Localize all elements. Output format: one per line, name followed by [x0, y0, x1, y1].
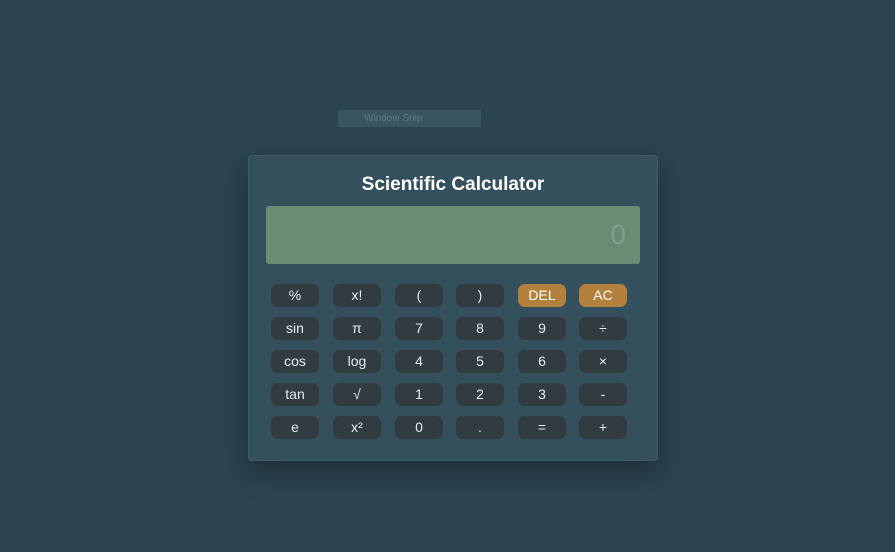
percent-button[interactable]: %: [271, 284, 319, 307]
digit-0-button[interactable]: 0: [395, 416, 443, 439]
digit-4-button[interactable]: 4: [395, 350, 443, 373]
delete-button[interactable]: DEL: [518, 284, 566, 307]
euler-button[interactable]: e: [271, 416, 319, 439]
factorial-button[interactable]: x!: [333, 284, 381, 307]
digit-7-button[interactable]: 7: [395, 317, 443, 340]
square-button[interactable]: x²: [333, 416, 381, 439]
all-clear-button[interactable]: AC: [579, 284, 627, 307]
calculator-title: Scientific Calculator: [361, 174, 545, 195]
equals-button[interactable]: =: [518, 416, 566, 439]
digit-1-button[interactable]: 1: [395, 383, 443, 406]
digit-2-button[interactable]: 2: [456, 383, 504, 406]
close-paren-button[interactable]: ): [456, 284, 504, 307]
window-snip-bar[interactable]: Window Snip: [338, 110, 481, 127]
log-button[interactable]: log: [333, 350, 381, 373]
decimal-button[interactable]: .: [456, 416, 504, 439]
cos-button[interactable]: cos: [271, 350, 319, 373]
multiply-button[interactable]: ×: [579, 350, 627, 373]
open-paren-button[interactable]: (: [395, 284, 443, 307]
window-snip-label: Window Snip: [364, 113, 423, 124]
divide-button[interactable]: ÷: [579, 317, 627, 340]
add-button[interactable]: +: [579, 416, 627, 439]
digit-3-button[interactable]: 3: [518, 383, 566, 406]
digit-9-button[interactable]: 9: [518, 317, 566, 340]
calculator-panel: Scientific Calculator 0 % x! ( ) DEL AC …: [248, 155, 658, 461]
subtract-button[interactable]: -: [579, 383, 627, 406]
tan-button[interactable]: tan: [271, 383, 319, 406]
calculator-display: 0: [266, 206, 640, 264]
pi-button[interactable]: π: [333, 317, 381, 340]
digit-6-button[interactable]: 6: [518, 350, 566, 373]
digit-8-button[interactable]: 8: [456, 317, 504, 340]
sqrt-button[interactable]: √: [333, 383, 381, 406]
sin-button[interactable]: sin: [271, 317, 319, 340]
digit-5-button[interactable]: 5: [456, 350, 504, 373]
